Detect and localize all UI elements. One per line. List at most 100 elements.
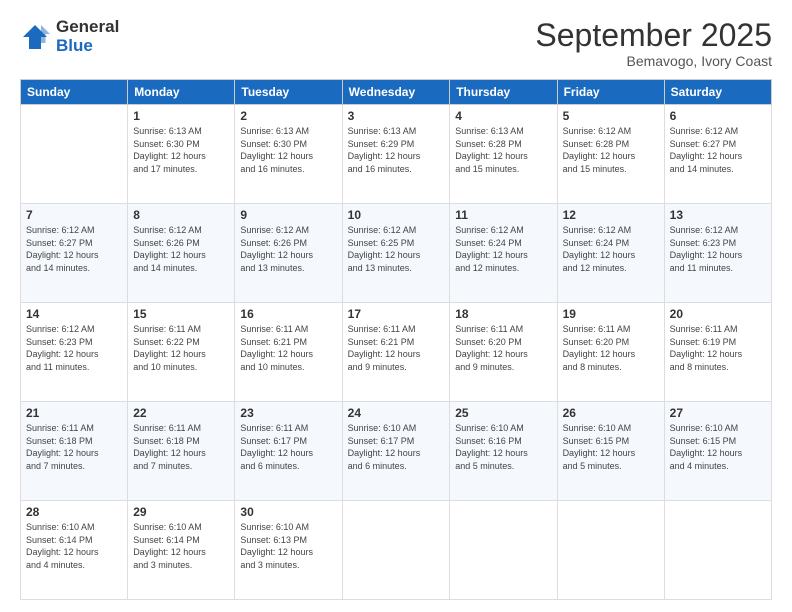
- day-info: Sunrise: 6:10 AM Sunset: 6:16 PM Dayligh…: [455, 422, 551, 472]
- day-number: 21: [26, 406, 122, 420]
- day-info: Sunrise: 6:13 AM Sunset: 6:30 PM Dayligh…: [240, 125, 336, 175]
- logo: General Blue: [20, 18, 119, 55]
- day-number: 6: [670, 109, 766, 123]
- day-number: 1: [133, 109, 229, 123]
- table-cell: 8Sunrise: 6:12 AM Sunset: 6:26 PM Daylig…: [128, 204, 235, 303]
- table-cell: 9Sunrise: 6:12 AM Sunset: 6:26 PM Daylig…: [235, 204, 342, 303]
- day-number: 27: [670, 406, 766, 420]
- day-number: 10: [348, 208, 445, 222]
- day-number: 18: [455, 307, 551, 321]
- day-info: Sunrise: 6:10 AM Sunset: 6:13 PM Dayligh…: [240, 521, 336, 571]
- week-row-4: 21 Sunrise: 6:11 AM Sunset: 6:18 PM Dayli…: [21, 402, 772, 501]
- day-number: 7: [26, 208, 122, 222]
- day-number: 26: [563, 406, 659, 420]
- day-info: Sunrise: 6:12 AM Sunset: 6:24 PM Dayligh…: [563, 224, 659, 274]
- table-cell: 20Sunrise: 6:11 AM Sunset: 6:19 PM Dayli…: [664, 303, 771, 402]
- day-info: Sunrise: 6:11 AM Sunset: 6:21 PM Dayligh…: [348, 323, 445, 373]
- table-cell: 1 Sunrise: 6:13 AM Sunset: 6:30 PM Daylig…: [128, 105, 235, 204]
- week-row-2: 7Sunrise: 6:12 AM Sunset: 6:27 PM Daylig…: [21, 204, 772, 303]
- table-cell: 5 Sunrise: 6:12 AM Sunset: 6:28 PM Daylig…: [557, 105, 664, 204]
- col-tuesday: Tuesday: [235, 80, 342, 105]
- week-row-5: 28 Sunrise: 6:10 AM Sunset: 6:14 PM Dayli…: [21, 501, 772, 600]
- table-cell: 13 Sunrise: 6:12 AM Sunset: 6:23 PM Dayli…: [664, 204, 771, 303]
- day-number: 16: [240, 307, 336, 321]
- table-cell: 25 Sunrise: 6:10 AM Sunset: 6:16 PM Dayli…: [450, 402, 557, 501]
- day-number: 2: [240, 109, 336, 123]
- day-number: 17: [348, 307, 445, 321]
- logo-general: General: [56, 18, 119, 37]
- table-cell: 12 Sunrise: 6:12 AM Sunset: 6:24 PM Dayli…: [557, 204, 664, 303]
- day-number: 15: [133, 307, 229, 321]
- day-info: Sunrise: 6:12 AM Sunset: 6:25 PM Dayligh…: [348, 224, 445, 274]
- logo-text: General Blue: [56, 18, 119, 55]
- week-row-1: 1 Sunrise: 6:13 AM Sunset: 6:30 PM Daylig…: [21, 105, 772, 204]
- table-cell: 4Sunrise: 6:13 AM Sunset: 6:28 PM Daylig…: [450, 105, 557, 204]
- table-cell: 27 Sunrise: 6:10 AM Sunset: 6:15 PM Dayli…: [664, 402, 771, 501]
- page: General Blue September 2025 Bemavogo, Iv…: [0, 0, 792, 612]
- table-cell: 3 Sunrise: 6:13 AM Sunset: 6:29 PM Daylig…: [342, 105, 450, 204]
- day-number: 11: [455, 208, 551, 222]
- day-info: Sunrise: 6:12 AM Sunset: 6:24 PM Dayligh…: [455, 224, 551, 274]
- day-info: Sunrise: 6:12 AM Sunset: 6:23 PM Dayligh…: [26, 323, 122, 373]
- calendar: Sunday Monday Tuesday Wednesday Thursday…: [20, 79, 772, 600]
- col-wednesday: Wednesday: [342, 80, 450, 105]
- day-info: Sunrise: 6:11 AM Sunset: 6:17 PM Dayligh…: [240, 422, 336, 472]
- col-saturday: Saturday: [664, 80, 771, 105]
- table-cell: 16 Sunrise: 6:11 AM Sunset: 6:21 PM Dayli…: [235, 303, 342, 402]
- day-info: Sunrise: 6:10 AM Sunset: 6:15 PM Dayligh…: [563, 422, 659, 472]
- col-thursday: Thursday: [450, 80, 557, 105]
- day-info: Sunrise: 6:11 AM Sunset: 6:21 PM Dayligh…: [240, 323, 336, 373]
- day-info: Sunrise: 6:11 AM Sunset: 6:20 PM Dayligh…: [563, 323, 659, 373]
- table-cell: 26 Sunrise: 6:10 AM Sunset: 6:15 PM Dayli…: [557, 402, 664, 501]
- table-cell: 2 Sunrise: 6:13 AM Sunset: 6:30 PM Daylig…: [235, 105, 342, 204]
- header: General Blue September 2025 Bemavogo, Iv…: [20, 18, 772, 69]
- location-subtitle: Bemavogo, Ivory Coast: [535, 53, 772, 69]
- day-info: Sunrise: 6:11 AM Sunset: 6:18 PM Dayligh…: [26, 422, 122, 472]
- day-info: Sunrise: 6:11 AM Sunset: 6:18 PM Dayligh…: [133, 422, 229, 472]
- day-info: Sunrise: 6:10 AM Sunset: 6:15 PM Dayligh…: [670, 422, 766, 472]
- day-info: Sunrise: 6:12 AM Sunset: 6:23 PM Dayligh…: [670, 224, 766, 274]
- col-friday: Friday: [557, 80, 664, 105]
- day-number: 9: [240, 208, 336, 222]
- table-cell: [342, 501, 450, 600]
- day-info: Sunrise: 6:11 AM Sunset: 6:20 PM Dayligh…: [455, 323, 551, 373]
- table-cell: 15Sunrise: 6:11 AM Sunset: 6:22 PM Dayli…: [128, 303, 235, 402]
- table-cell: 23 Sunrise: 6:11 AM Sunset: 6:17 PM Dayli…: [235, 402, 342, 501]
- table-cell: 29 Sunrise: 6:10 AM Sunset: 6:14 PM Dayli…: [128, 501, 235, 600]
- day-number: 30: [240, 505, 336, 519]
- table-cell: 17 Sunrise: 6:11 AM Sunset: 6:21 PM Dayli…: [342, 303, 450, 402]
- day-number: 28: [26, 505, 122, 519]
- table-cell: 6 Sunrise: 6:12 AM Sunset: 6:27 PM Daylig…: [664, 105, 771, 204]
- logo-icon: [20, 22, 50, 52]
- day-number: 13: [670, 208, 766, 222]
- day-number: 29: [133, 505, 229, 519]
- col-sunday: Sunday: [21, 80, 128, 105]
- day-number: 14: [26, 307, 122, 321]
- table-cell: 28 Sunrise: 6:10 AM Sunset: 6:14 PM Dayli…: [21, 501, 128, 600]
- day-info: Sunrise: 6:11 AM Sunset: 6:19 PM Dayligh…: [670, 323, 766, 373]
- table-cell: 30 Sunrise: 6:10 AM Sunset: 6:13 PM Dayli…: [235, 501, 342, 600]
- day-number: 5: [563, 109, 659, 123]
- day-info: Sunrise: 6:10 AM Sunset: 6:14 PM Dayligh…: [133, 521, 229, 571]
- day-number: 12: [563, 208, 659, 222]
- day-number: 23: [240, 406, 336, 420]
- table-cell: 24Sunrise: 6:10 AM Sunset: 6:17 PM Dayli…: [342, 402, 450, 501]
- table-cell: [21, 105, 128, 204]
- day-info: Sunrise: 6:13 AM Sunset: 6:29 PM Dayligh…: [348, 125, 445, 175]
- logo-blue: Blue: [56, 37, 119, 56]
- day-info: Sunrise: 6:12 AM Sunset: 6:27 PM Dayligh…: [670, 125, 766, 175]
- calendar-header-row: Sunday Monday Tuesday Wednesday Thursday…: [21, 80, 772, 105]
- day-number: 25: [455, 406, 551, 420]
- day-info: Sunrise: 6:12 AM Sunset: 6:28 PM Dayligh…: [563, 125, 659, 175]
- day-info: Sunrise: 6:10 AM Sunset: 6:17 PM Dayligh…: [348, 422, 445, 472]
- table-cell: 7Sunrise: 6:12 AM Sunset: 6:27 PM Daylig…: [21, 204, 128, 303]
- table-cell: 22 Sunrise: 6:11 AM Sunset: 6:18 PM Dayli…: [128, 402, 235, 501]
- day-info: Sunrise: 6:10 AM Sunset: 6:14 PM Dayligh…: [26, 521, 122, 571]
- table-cell: [450, 501, 557, 600]
- day-info: Sunrise: 6:13 AM Sunset: 6:28 PM Dayligh…: [455, 125, 551, 175]
- day-number: 8: [133, 208, 229, 222]
- table-cell: 11 Sunrise: 6:12 AM Sunset: 6:24 PM Dayli…: [450, 204, 557, 303]
- day-info: Sunrise: 6:13 AM Sunset: 6:30 PM Dayligh…: [133, 125, 229, 175]
- day-number: 3: [348, 109, 445, 123]
- day-number: 22: [133, 406, 229, 420]
